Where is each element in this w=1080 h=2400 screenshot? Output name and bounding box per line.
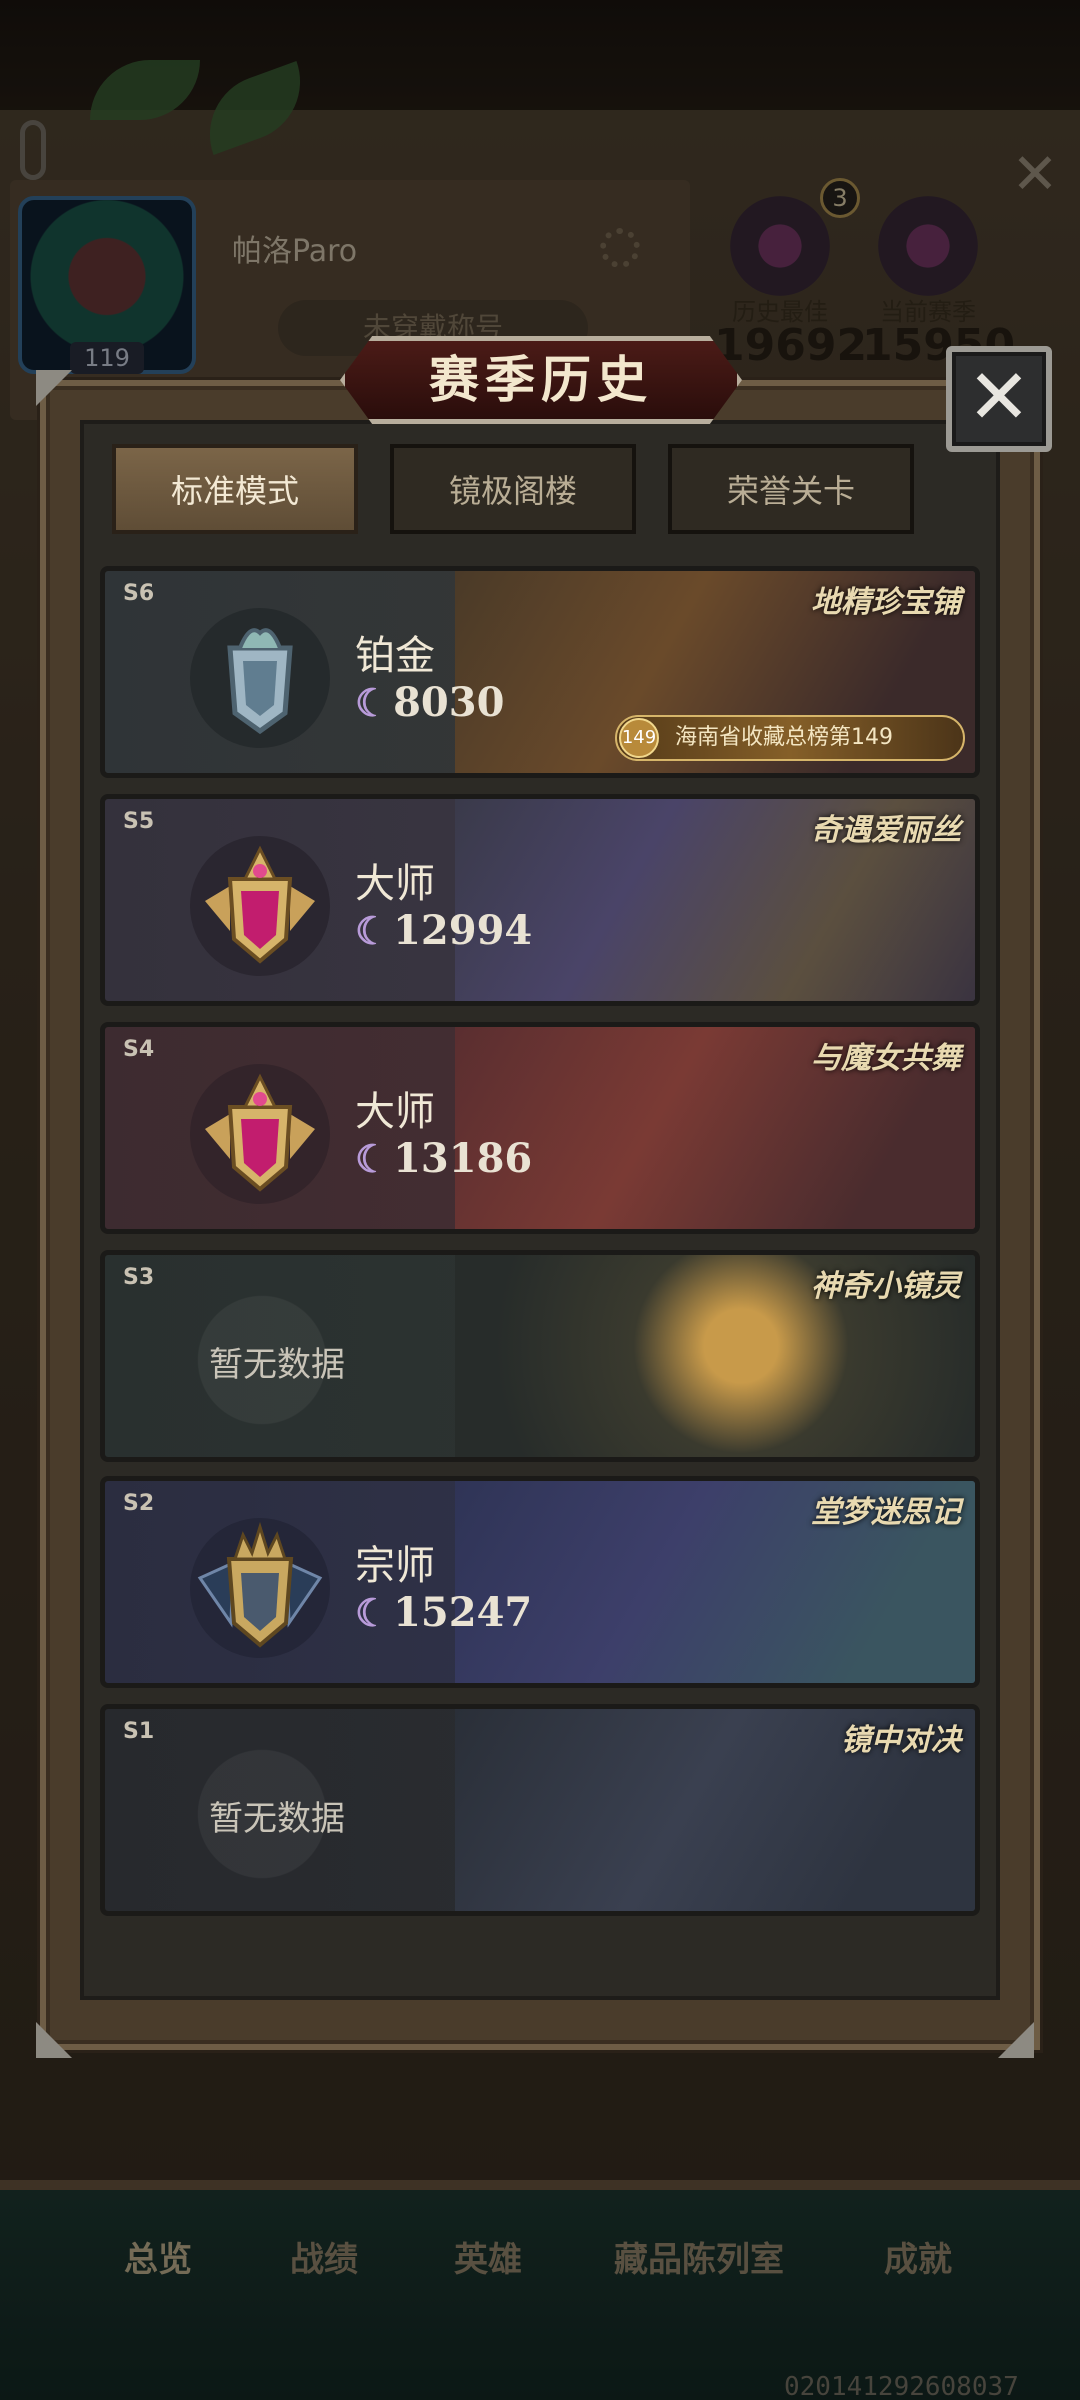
score-value: 13186 [393,1135,533,1182]
season-tag: S1 [123,1719,155,1744]
moon-icon: ☾ [355,1590,390,1635]
tab-standard-mode[interactable]: 标准模式 [112,444,358,534]
rank-score: ☾ 8030 [355,679,504,726]
season-theme: 奇遇爱丽丝 [811,813,961,848]
collection-rank-banner: 海南省收藏总榜第149 [615,715,965,761]
season-tag: S4 [123,1037,155,1062]
close-icon: ✕ [967,352,1031,441]
tab-mirror-attic[interactable]: 镜极阁楼 [390,444,636,534]
modal-title: 赛季历史 [429,350,653,409]
season-theme: 与魔女共舞 [811,1041,961,1076]
master-emblem-icon [190,1064,330,1204]
rank-score: ☾ 15247 [355,1589,532,1636]
moon-icon: ☾ [355,680,390,725]
rank-name: 大师 [355,1089,435,1135]
season-tag: S5 [123,809,155,834]
rank-name: 大师 [355,861,435,907]
season-card-s4[interactable]: S4 与魔女共舞 大师 ☾ 13186 [100,1022,980,1234]
master-emblem-icon [190,836,330,976]
close-button[interactable]: ✕ [946,346,1052,452]
rank-name: 宗师 [355,1543,435,1589]
no-data-text: 暂无数据 [209,1345,345,1385]
score-value: 8030 [393,679,505,726]
score-value: 15247 [393,1589,533,1636]
moon-icon: ☾ [355,908,390,953]
grandmaster-emblem-icon [190,1518,330,1658]
no-data-text: 暂无数据 [209,1799,345,1839]
season-tag: S2 [123,1491,155,1516]
platinum-emblem-icon [190,608,330,748]
season-card-s2[interactable]: S2 堂梦迷思记 宗师 ☾ 15247 [100,1476,980,1688]
season-tag: S3 [123,1265,155,1290]
moon-icon: ☾ [355,1136,390,1181]
rank-name: 铂金 [355,633,435,679]
season-tag: S6 [123,581,155,606]
season-card-s1[interactable]: S1 镜中对决 暂无数据 [100,1704,980,1916]
season-card-s6[interactable]: S6 地精珍宝铺 铂金 ☾ 8030 海南省收藏总榜第149 149 [100,566,980,778]
score-value: 12994 [393,907,533,954]
season-theme: 堂梦迷思记 [811,1495,961,1530]
season-theme: 神奇小镜灵 [811,1269,961,1304]
season-card-s5[interactable]: S5 奇遇爱丽丝 大师 ☾ 12994 [100,794,980,1006]
season-theme: 地精珍宝铺 [811,585,961,620]
rank-score: ☾ 13186 [355,1135,532,1182]
rank-score: ☾ 12994 [355,907,532,954]
collection-rank-badge: 149 [619,718,659,758]
season-card-s3[interactable]: S3 神奇小镜灵 暂无数据 [100,1250,980,1462]
tab-honor-stages[interactable]: 荣誉关卡 [668,444,914,534]
season-theme: 镜中对决 [841,1723,961,1758]
